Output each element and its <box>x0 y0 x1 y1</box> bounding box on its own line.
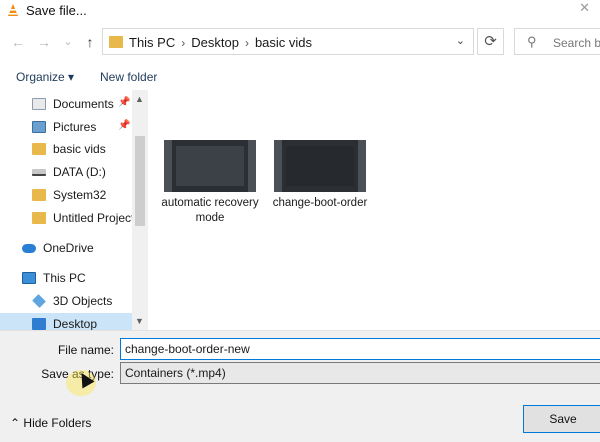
title-bar: Save file... ✕ <box>0 0 600 22</box>
sidebar-item-untitled-project[interactable]: Untitled Project <box>0 207 135 229</box>
sidebar-item-system32[interactable]: System32 <box>0 184 132 206</box>
sidebar-item-label: 3D Objects <box>53 294 113 308</box>
refresh-icon[interactable]: ⟳ <box>477 28 504 55</box>
breadcrumb: This PC › Desktop › basic vids <box>129 35 312 50</box>
hide-folders-label: Hide Folders <box>23 416 92 430</box>
window-title: Save file... <box>26 3 87 18</box>
breadcrumb-basic-vids[interactable]: basic vids <box>255 35 312 50</box>
pin-icon[interactable]: 📌 <box>118 120 130 131</box>
pictures-icon <box>32 121 46 133</box>
sidebar-item-basic-vids[interactable]: basic vids <box>0 138 132 160</box>
drive-icon <box>32 168 46 176</box>
sidebar-item-label: OneDrive <box>43 241 94 255</box>
file-item-change-boot-order[interactable]: change-boot-order <box>270 140 370 211</box>
address-bar[interactable]: This PC › Desktop › basic vids ⌄ <box>102 28 474 55</box>
vlc-cone-icon <box>8 4 18 16</box>
filename-label: File name: <box>57 343 114 357</box>
computer-icon <box>22 272 36 284</box>
sidebar-item-3d-objects[interactable]: 3D Objects <box>0 290 132 312</box>
sidebar-item-label: Pictures <box>53 120 97 134</box>
video-thumbnail-icon <box>164 140 256 192</box>
sidebar-item-data-drive[interactable]: DATA (D:) <box>0 161 132 183</box>
back-arrow-icon[interactable]: ← <box>10 34 26 50</box>
forward-arrow-icon[interactable]: → <box>36 34 52 50</box>
file-name-label: change-boot-order <box>272 197 368 209</box>
sidebar-item-desktop[interactable]: Desktop <box>0 313 132 330</box>
search-icon: ⚲ <box>527 34 537 49</box>
chevron-right-icon[interactable]: › <box>245 36 249 50</box>
scrollbar-thumb[interactable] <box>135 136 145 226</box>
sidebar-item-label: This PC <box>43 271 86 285</box>
hide-folders-button[interactable]: ⌃ Hide Folders <box>10 416 91 430</box>
breadcrumb-desktop[interactable]: Desktop <box>191 35 239 50</box>
sidebar-item-this-pc[interactable]: This PC <box>0 267 132 289</box>
chevron-up-icon: ⌃ <box>10 416 21 430</box>
sidebar-item-documents[interactable]: Documents 📌 <box>0 93 132 115</box>
sidebar-item-label: Documents <box>53 97 114 111</box>
save-button[interactable]: Save <box>523 405 600 433</box>
save-as-type-select[interactable]: Containers (*.mp4) <box>120 362 600 384</box>
sidebar-item-onedrive[interactable]: OneDrive <box>0 237 132 259</box>
sidebar-item-label: basic vids <box>53 142 106 156</box>
new-folder-button[interactable]: New folder <box>100 70 157 84</box>
sidebar-item-label: System32 <box>53 188 107 202</box>
documents-icon <box>32 98 46 110</box>
folder-icon <box>32 212 46 224</box>
folder-icon <box>109 36 123 48</box>
scroll-down-arrow-icon[interactable]: ▼ <box>135 316 144 326</box>
pin-icon[interactable]: 📌 <box>118 97 130 108</box>
save-as-type-value: Containers (*.mp4) <box>125 366 226 380</box>
search-placeholder: Search ba <box>553 36 600 50</box>
navigation-pane-scrollbar[interactable]: ▲ ▼ <box>132 90 148 330</box>
folder-icon <box>32 143 46 155</box>
filename-input[interactable]: change-boot-order-new <box>120 338 600 360</box>
folder-icon <box>32 189 46 201</box>
address-dropdown-icon[interactable]: ⌄ <box>456 34 465 47</box>
command-toolbar: Organize ▾ New folder <box>0 62 600 90</box>
file-name-label: automatic recovery mode <box>161 197 259 224</box>
sidebar-item-pictures[interactable]: Pictures 📌 <box>0 116 132 138</box>
sidebar-item-label: Desktop <box>53 317 98 330</box>
chevron-right-icon[interactable]: › <box>181 36 185 50</box>
sidebar-item-label: DATA (D:) <box>53 165 106 179</box>
desktop-icon <box>32 318 46 330</box>
cube-icon <box>32 294 46 308</box>
close-icon[interactable]: ✕ <box>579 0 590 16</box>
recent-locations-chevron-icon[interactable]: ⌄ <box>60 34 76 50</box>
file-list-area: automatic recovery mode change-boot-orde… <box>148 90 600 330</box>
cloud-icon <box>22 243 36 253</box>
organize-button[interactable]: Organize ▾ <box>16 70 74 84</box>
breadcrumb-this-pc[interactable]: This PC <box>129 35 175 50</box>
video-thumbnail-icon <box>274 140 366 192</box>
up-arrow-icon[interactable]: ↑ <box>82 34 98 50</box>
file-item-automatic-recovery-mode[interactable]: automatic recovery mode <box>160 140 260 226</box>
scroll-up-arrow-icon[interactable]: ▲ <box>135 94 144 104</box>
navigation-bar: ← → ⌄ ↑ This PC › Desktop › basic vids ⌄… <box>0 22 600 62</box>
sidebar-item-label: Untitled Project <box>53 211 135 225</box>
search-input[interactable]: ⚲ Search ba <box>514 28 600 55</box>
navigation-pane: Documents 📌 Pictures 📌 basic vids DATA (… <box>0 90 148 330</box>
